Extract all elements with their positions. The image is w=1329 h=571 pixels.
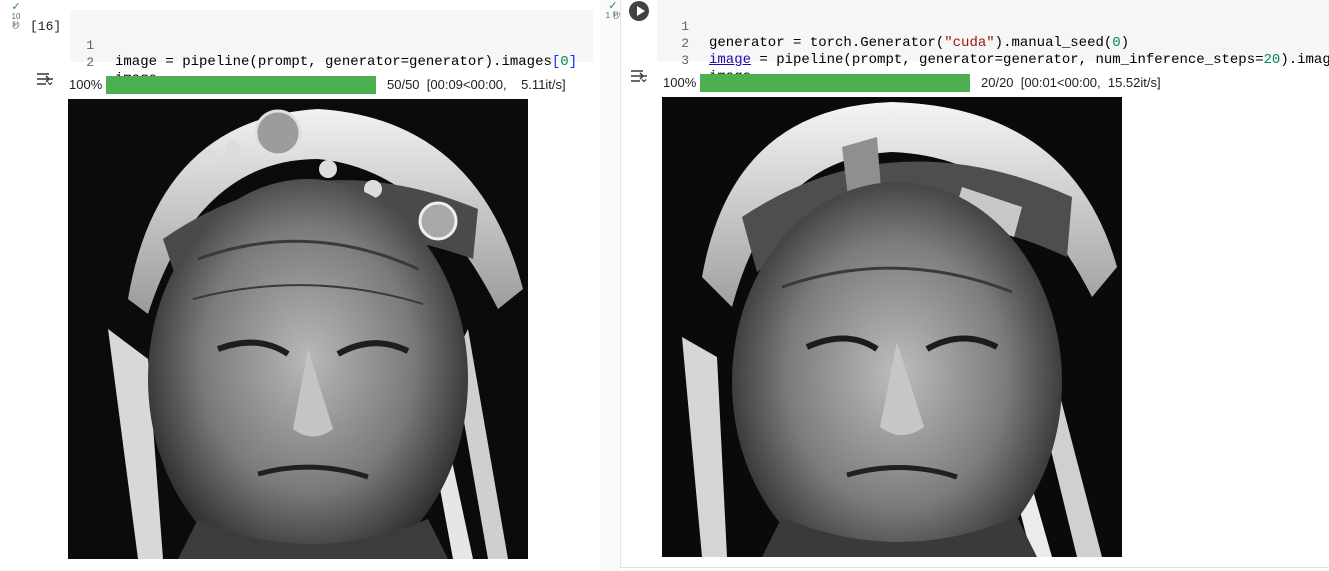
- code-editor[interactable]: 1 generator = torch.Generator("cuda").ma…: [657, 0, 1329, 85]
- generated-image: [662, 97, 1122, 557]
- execution-status: ✓ 1 秒: [605, 0, 621, 21]
- progress-stats: 50/50 [00:09<00:00, 5.11it/s]: [387, 77, 566, 92]
- check-icon: ✓: [608, 0, 618, 12]
- right-notebook-cell: ✓ 1 秒 1 generator = torch.Generator("cud…: [606, 0, 1329, 568]
- code-editor[interactable]: 1 image = pipeline(prompt, generator=gen…: [70, 10, 593, 87]
- variable-link[interactable]: image: [709, 52, 751, 68]
- cell-divider: [600, 0, 620, 571]
- code-line: 2 image = pipeline(prompt, generator=gen…: [657, 18, 1329, 68]
- left-notebook-cell: ✓ 10 秒 [16] 1 image = pipeline(prompt, g…: [0, 0, 600, 571]
- progress-bar-fill: [106, 76, 376, 94]
- execution-time-unit: 秒: [12, 21, 20, 30]
- progress-bar: [106, 76, 376, 94]
- progress-row: 100% 50/50 [00:09<00:00, 5.11it/s]: [69, 75, 589, 95]
- code-line: 3 image: [657, 35, 1329, 85]
- line-number: 2: [86, 55, 94, 70]
- portrait-illustration: [662, 97, 1122, 557]
- generated-image: [68, 99, 528, 559]
- progress-percent: 100%: [663, 75, 697, 90]
- execution-count[interactable]: [16]: [30, 19, 61, 34]
- progress-percent: 100%: [69, 77, 103, 92]
- output-toggle-icon[interactable]: [35, 71, 55, 87]
- progress-stats: 20/20 [00:01<00:00, 15.52it/s]: [981, 75, 1161, 90]
- output-toggle-icon[interactable]: [629, 68, 649, 84]
- code-text: image = pipeline(prompt, generator=gener…: [115, 54, 578, 70]
- execution-status: ✓ 10 秒: [9, 1, 23, 31]
- run-cell-button[interactable]: [629, 1, 649, 21]
- code-line: 1 generator = torch.Generator("cuda").ma…: [657, 1, 1329, 51]
- execution-time: 10: [11, 12, 21, 21]
- execution-time: 1 秒: [605, 11, 621, 20]
- portrait-illustration: [68, 99, 528, 559]
- line-number: 3: [681, 53, 689, 68]
- code-line: 2 image: [70, 37, 593, 87]
- check-icon: ✓: [11, 1, 21, 13]
- progress-bar: [700, 74, 970, 92]
- progress-row: 100% 20/20 [00:01<00:00, 15.52it/s]: [663, 73, 1223, 93]
- progress-bar-fill: [700, 74, 970, 92]
- code-line: 1 image = pipeline(prompt, generator=gen…: [70, 20, 593, 70]
- code-text: image = pipeline(prompt, generator=gener…: [709, 52, 1329, 68]
